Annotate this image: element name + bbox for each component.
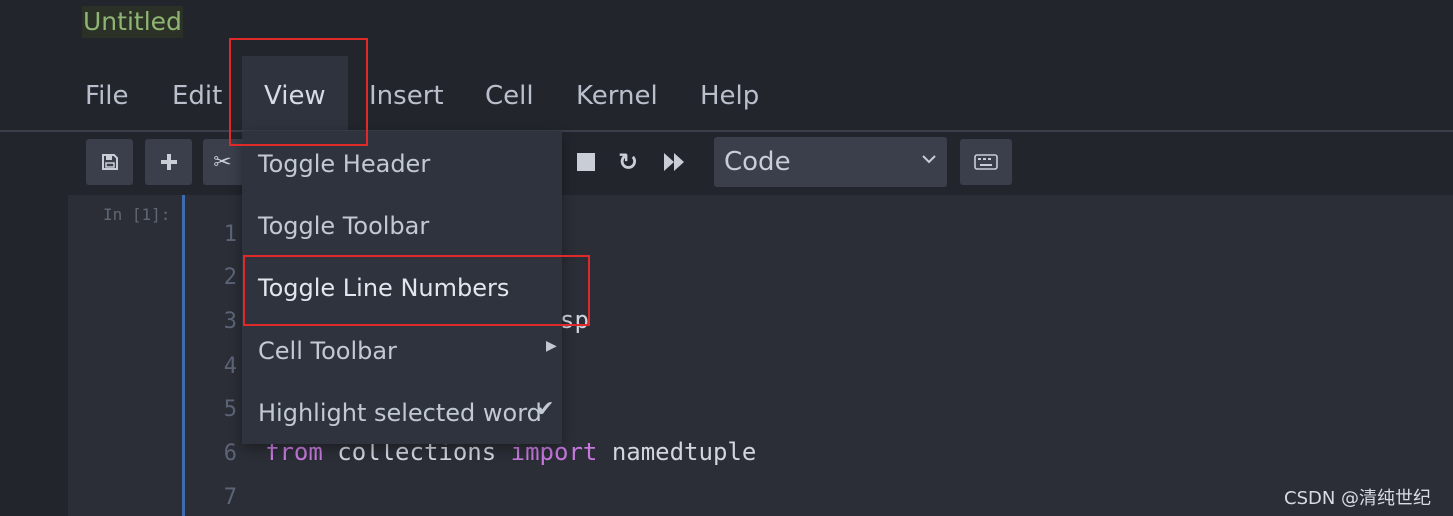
save-icon [101, 154, 118, 170]
annotation-box-toggle-line-numbers [243, 255, 590, 326]
menu-item-toggle-header[interactable]: Toggle Header [258, 150, 430, 178]
scissors-icon: ✂ [213, 149, 232, 175]
menu-insert[interactable]: Insert [369, 56, 444, 131]
checkmark-icon: ✔ [536, 397, 555, 422]
cell-type-select[interactable]: Code [714, 137, 947, 187]
menubar-divider [0, 130, 1453, 132]
plus-icon [160, 154, 177, 170]
code-identifier: namedtuple [611, 438, 757, 466]
watermark: CSDN @清纯世纪 [1284, 488, 1432, 509]
keyboard-icon [974, 154, 998, 170]
menu-item-highlight-selected-word[interactable]: Highlight selected word [258, 399, 542, 427]
submenu-arrow-icon: ▶ [546, 338, 557, 354]
command-palette-button[interactable] [960, 139, 1012, 185]
menu-help[interactable]: Help [700, 56, 759, 131]
line-number: 4 [223, 354, 237, 379]
cell-type-value: Code [724, 147, 791, 177]
menu-item-cell-toolbar[interactable]: Cell Toolbar [258, 337, 397, 365]
line-number: 1 [223, 222, 237, 247]
add-cell-button[interactable] [145, 139, 192, 185]
menu-file[interactable]: File [85, 56, 129, 131]
annotation-box-view [229, 38, 368, 146]
cell-prompt: In [1]: [103, 205, 171, 224]
notebook-title[interactable]: Untitled [82, 6, 183, 38]
stop-icon [577, 153, 595, 171]
line-number: 3 [223, 309, 237, 334]
line-number: 5 [223, 397, 237, 422]
restart-button[interactable]: ↻ [618, 145, 638, 181]
restart-icon: ↻ [618, 148, 639, 176]
save-button[interactable] [86, 139, 133, 185]
interrupt-button[interactable] [576, 145, 596, 183]
menubar: File Edit View Insert Cell Kernel Help [0, 56, 1453, 131]
menu-edit[interactable]: Edit [172, 56, 222, 131]
line-number: 6 [223, 441, 237, 466]
cell-selected-indicator [182, 195, 185, 516]
menu-item-toggle-toolbar[interactable]: Toggle Toolbar [258, 212, 429, 240]
run-all-button[interactable] [663, 145, 685, 183]
line-number: 2 [223, 265, 237, 290]
menu-cell[interactable]: Cell [485, 56, 534, 131]
menu-kernel[interactable]: Kernel [576, 56, 658, 131]
fast-forward-icon [664, 153, 684, 171]
chevron-down-icon [922, 155, 936, 164]
line-number: 7 [223, 485, 237, 510]
